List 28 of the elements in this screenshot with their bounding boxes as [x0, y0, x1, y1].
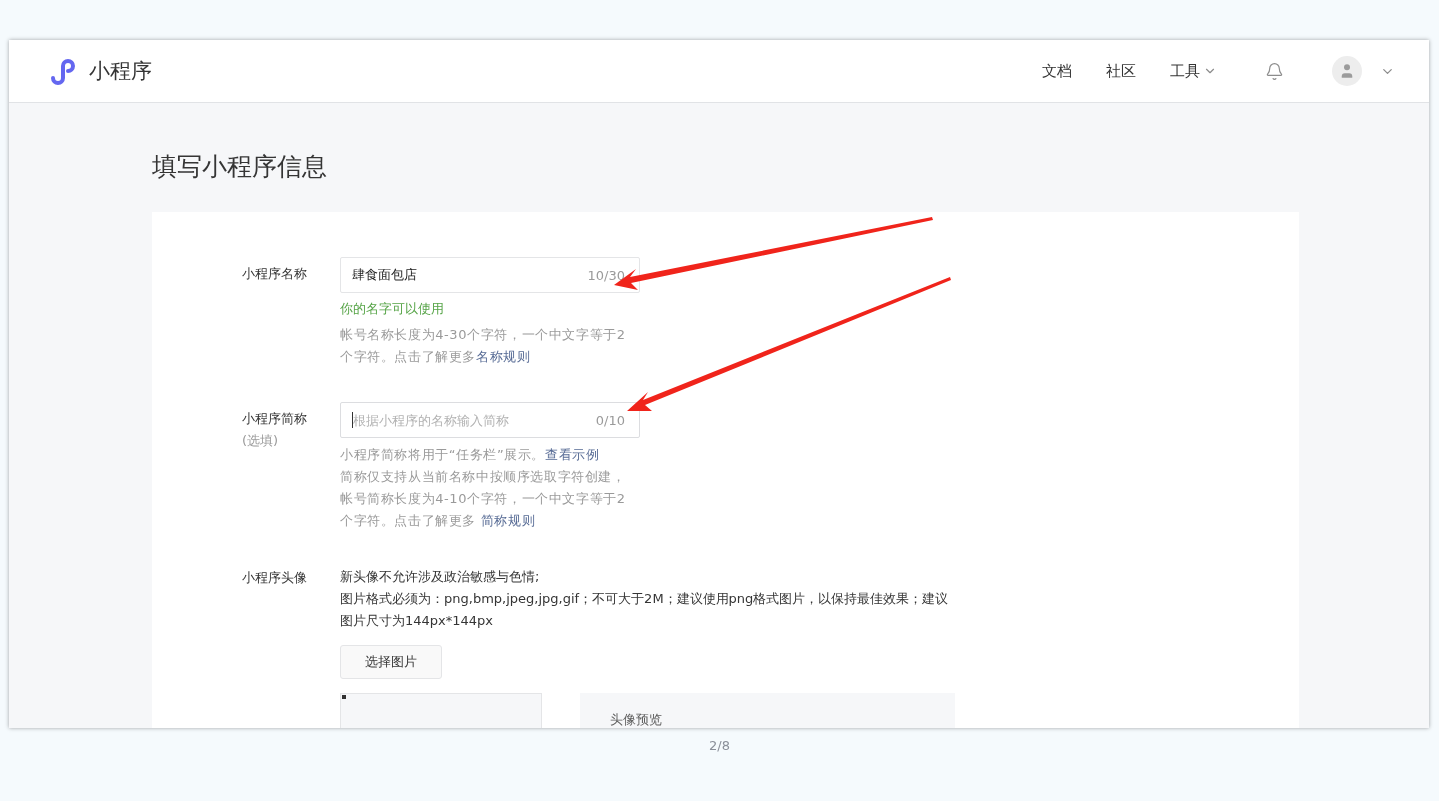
char-counter: 0/10	[595, 412, 625, 428]
crop-handle[interactable]	[342, 695, 346, 699]
success-message: 你的名字可以使用	[340, 300, 445, 318]
help-link[interactable]: 名称规则	[476, 349, 531, 364]
field-label: 小程序头像	[242, 569, 308, 587]
help-text: 小程序简称将用于“任务栏”展示。查看示例	[340, 446, 601, 464]
page-title: 填写小程序信息	[152, 151, 328, 183]
field-label: 小程序简称	[242, 410, 308, 428]
preview-title: 头像预览	[610, 712, 662, 727]
char-counter: 10/30	[587, 267, 625, 283]
bell-icon[interactable]	[1265, 61, 1284, 81]
page-counter: 2/8	[709, 738, 730, 753]
nav-dropdown[interactable]: 工具	[1170, 61, 1217, 81]
avatar-note: 新头像不允许涉及政治敏感与色情;	[340, 568, 541, 586]
nav-link[interactable]: 社区	[1106, 61, 1136, 81]
logo-text: 小程序	[89, 58, 152, 85]
text-cursor	[352, 412, 353, 428]
field-label: 小程序名称	[242, 265, 308, 283]
short-name-input[interactable]: 根据小程序的名称输入简称	[353, 412, 596, 428]
choose-image-button[interactable]: 选择图片	[340, 645, 442, 679]
avatar-note: 图片格式必须为：png,bmp,jpeg,jpg,gif；不可大于2M；建议使用png格式图片，以保持最佳效果；建议图片尺寸为144px*144px	[340, 590, 950, 630]
optional-label: (选填)	[242, 432, 280, 450]
help-link[interactable]: 查看示例	[545, 447, 600, 462]
nav-link[interactable]: 文档	[1042, 61, 1072, 81]
name-input[interactable]: 肆食面包店	[352, 267, 588, 283]
name-input-field[interactable]: 肆食面包店 10/30	[340, 257, 640, 293]
help-link[interactable]: 简称规则	[480, 513, 536, 528]
avatar-button[interactable]	[1332, 56, 1362, 86]
